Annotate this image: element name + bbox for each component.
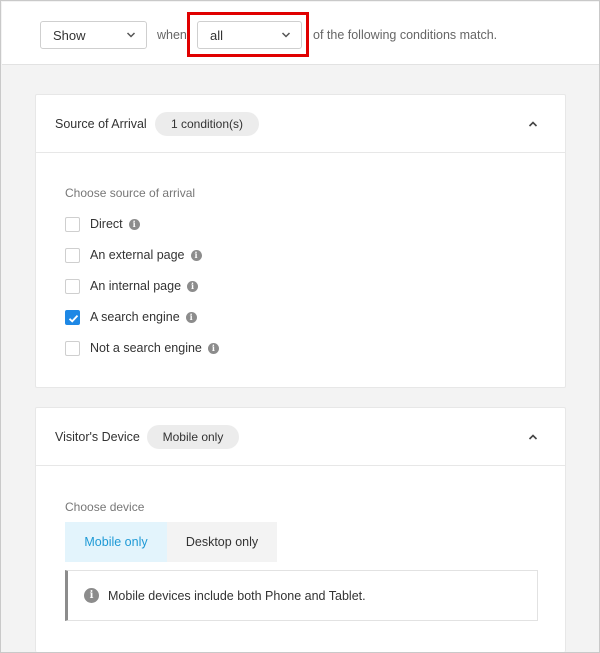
- device-card-title: Visitor's Device: [55, 430, 140, 444]
- device-badge: Mobile only: [147, 425, 239, 449]
- action-select[interactable]: Show: [40, 21, 147, 49]
- not-search-engine-checkbox[interactable]: [65, 340, 80, 356]
- info-icon[interactable]: i: [207, 342, 219, 354]
- source-card-header[interactable]: Source of Arrival 1 condition(s): [36, 95, 565, 153]
- info-icon[interactable]: i: [185, 311, 197, 323]
- option-label: A search engine: [90, 310, 180, 324]
- conditions-panel: Show when all of the following condition…: [0, 0, 600, 653]
- note-text: Mobile devices include both Phone and Ta…: [108, 588, 366, 603]
- source-card-title: Source of Arrival: [55, 117, 147, 131]
- mobile-only-button[interactable]: Mobile only: [65, 522, 167, 562]
- condition-count-badge: 1 condition(s): [155, 112, 259, 136]
- external-page-checkbox[interactable]: [65, 247, 80, 263]
- option-label: An internal page: [90, 279, 182, 293]
- search-engine-checkbox[interactable]: [65, 309, 80, 325]
- device-section-label: Choose device: [65, 500, 145, 514]
- condition-header: Show when all of the following condition…: [2, 2, 599, 65]
- conditions-match-text: of the following conditions match.: [313, 28, 498, 42]
- option-label: An external page: [90, 248, 185, 262]
- chevron-down-icon: [281, 32, 291, 38]
- option-not-search-engine[interactable]: Not a search engine i: [65, 339, 219, 357]
- chevron-up-icon[interactable]: [527, 431, 539, 443]
- option-internal-page[interactable]: An internal page i: [65, 277, 199, 295]
- info-icon[interactable]: i: [128, 218, 140, 230]
- source-of-arrival-card: Source of Arrival 1 condition(s) Choose …: [35, 94, 566, 388]
- device-card-header[interactable]: Visitor's Device Mobile only: [36, 408, 565, 466]
- match-select-value: all: [210, 27, 224, 43]
- info-icon: i: [84, 588, 99, 603]
- info-icon[interactable]: i: [187, 280, 199, 292]
- direct-checkbox[interactable]: [65, 216, 80, 232]
- option-direct[interactable]: Direct i: [65, 215, 140, 233]
- action-select-value: Show: [53, 27, 86, 43]
- option-search-engine[interactable]: A search engine i: [65, 308, 197, 326]
- internal-page-checkbox[interactable]: [65, 278, 80, 294]
- match-select[interactable]: all: [197, 21, 302, 49]
- visitors-device-card: Visitor's Device Mobile only Choose devi…: [35, 407, 566, 652]
- chevron-down-icon: [126, 32, 136, 38]
- chevron-up-icon[interactable]: [527, 118, 539, 130]
- option-external-page[interactable]: An external page i: [65, 246, 202, 264]
- info-icon[interactable]: i: [190, 249, 202, 261]
- source-section-label: Choose source of arrival: [65, 186, 196, 200]
- device-info-note: i Mobile devices include both Phone and …: [65, 570, 538, 621]
- option-label: Direct: [90, 217, 123, 231]
- option-label: Not a search engine: [90, 341, 202, 355]
- checkmark-icon: [68, 314, 79, 323]
- desktop-only-button[interactable]: Desktop only: [167, 522, 277, 562]
- when-text: when: [157, 28, 187, 42]
